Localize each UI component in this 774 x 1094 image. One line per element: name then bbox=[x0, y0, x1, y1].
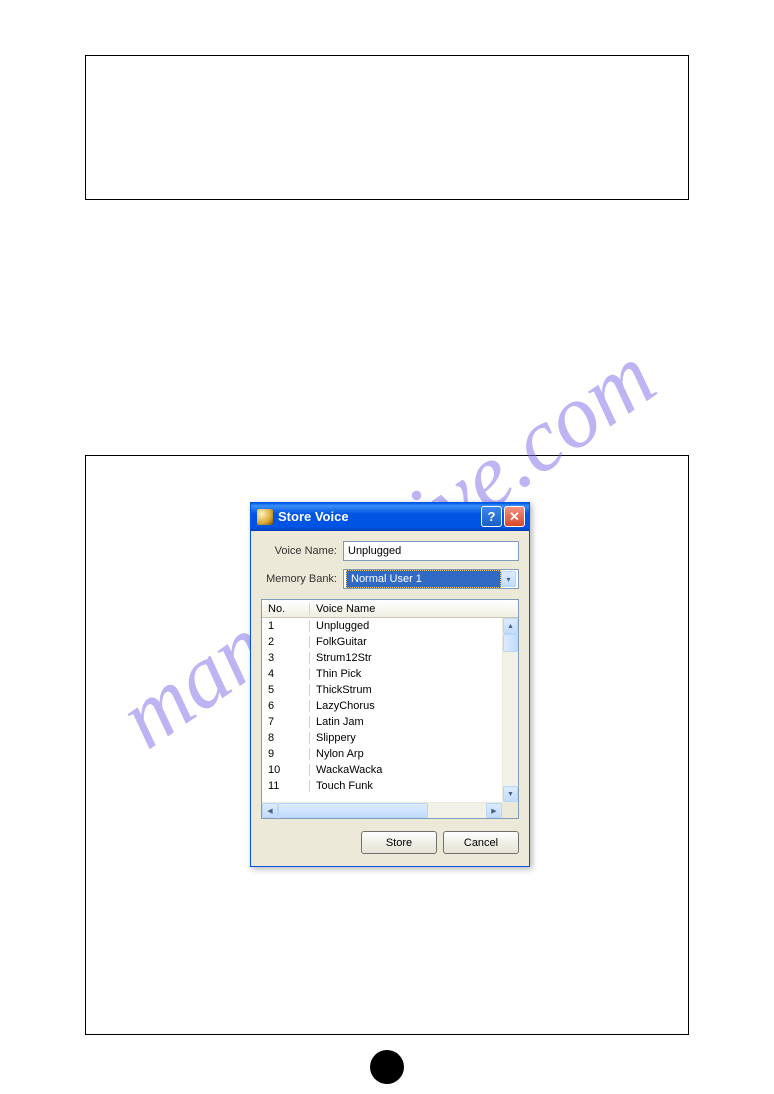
hscroll-thumb[interactable] bbox=[278, 803, 428, 818]
store-voice-dialog: Store Voice ? ✕ Voice Name: Memory Bank:… bbox=[250, 502, 530, 867]
list-item: 10WackaWacka bbox=[262, 762, 502, 778]
voice-list-header: No. Voice Name bbox=[262, 600, 518, 618]
list-item: 6LazyChorus bbox=[262, 698, 502, 714]
vertical-scrollbar[interactable]: ▲ ▼ bbox=[502, 618, 518, 802]
column-name-header[interactable]: Voice Name bbox=[310, 603, 518, 615]
help-button[interactable]: ? bbox=[481, 506, 502, 527]
dialog-body: Voice Name: Memory Bank: Normal User 1 ▾… bbox=[251, 531, 529, 866]
dialog-title: Store Voice bbox=[278, 509, 479, 524]
column-no-header[interactable]: No. bbox=[262, 603, 310, 615]
cancel-button[interactable]: Cancel bbox=[443, 831, 519, 854]
memory-bank-value: Normal User 1 bbox=[346, 570, 501, 588]
list-item: 3Strum12Str bbox=[262, 650, 502, 666]
scroll-up-icon[interactable]: ▲ bbox=[503, 618, 518, 634]
memory-bank-row: Memory Bank: Normal User 1 ▾ bbox=[261, 569, 519, 589]
vscroll-track[interactable] bbox=[503, 634, 518, 786]
outer-border-top bbox=[85, 55, 689, 200]
dialog-titlebar[interactable]: Store Voice ? ✕ bbox=[251, 503, 529, 531]
list-item: 9Nylon Arp bbox=[262, 746, 502, 762]
horizontal-scrollbar[interactable]: ◀ ▶ bbox=[262, 802, 502, 818]
list-item: 7Latin Jam bbox=[262, 714, 502, 730]
chevron-down-icon: ▾ bbox=[501, 571, 516, 587]
hscroll-track[interactable] bbox=[278, 803, 486, 818]
close-icon: ✕ bbox=[509, 509, 520, 525]
voice-name-input[interactable] bbox=[343, 541, 519, 561]
scroll-left-icon[interactable]: ◀ bbox=[262, 803, 278, 818]
memory-bank-select[interactable]: Normal User 1 ▾ bbox=[343, 569, 519, 589]
list-item: 11Touch Funk bbox=[262, 778, 502, 794]
list-item: 5ThickStrum bbox=[262, 682, 502, 698]
question-icon: ? bbox=[488, 509, 496, 524]
close-button[interactable]: ✕ bbox=[504, 506, 525, 527]
memory-bank-label: Memory Bank: bbox=[261, 573, 343, 585]
list-item: 8Slippery bbox=[262, 730, 502, 746]
button-row: Store Cancel bbox=[261, 831, 519, 854]
voice-name-row: Voice Name: bbox=[261, 541, 519, 561]
vscroll-thumb[interactable] bbox=[503, 634, 518, 652]
list-item: 4Thin Pick bbox=[262, 666, 502, 682]
scroll-right-icon[interactable]: ▶ bbox=[486, 803, 502, 818]
voice-name-label: Voice Name: bbox=[261, 545, 343, 557]
list-item: 2FolkGuitar bbox=[262, 634, 502, 650]
scroll-corner bbox=[502, 802, 518, 818]
store-button[interactable]: Store bbox=[361, 831, 437, 854]
voice-list-container: No. Voice Name 1Unplugged 2FolkGuitar 3S… bbox=[261, 599, 519, 819]
voice-list-body[interactable]: 1Unplugged 2FolkGuitar 3Strum12Str 4Thin… bbox=[262, 618, 502, 802]
scroll-down-icon[interactable]: ▼ bbox=[503, 786, 518, 802]
page-number-circle bbox=[370, 1050, 404, 1084]
app-icon bbox=[257, 509, 273, 525]
list-item: 1Unplugged bbox=[262, 618, 502, 634]
